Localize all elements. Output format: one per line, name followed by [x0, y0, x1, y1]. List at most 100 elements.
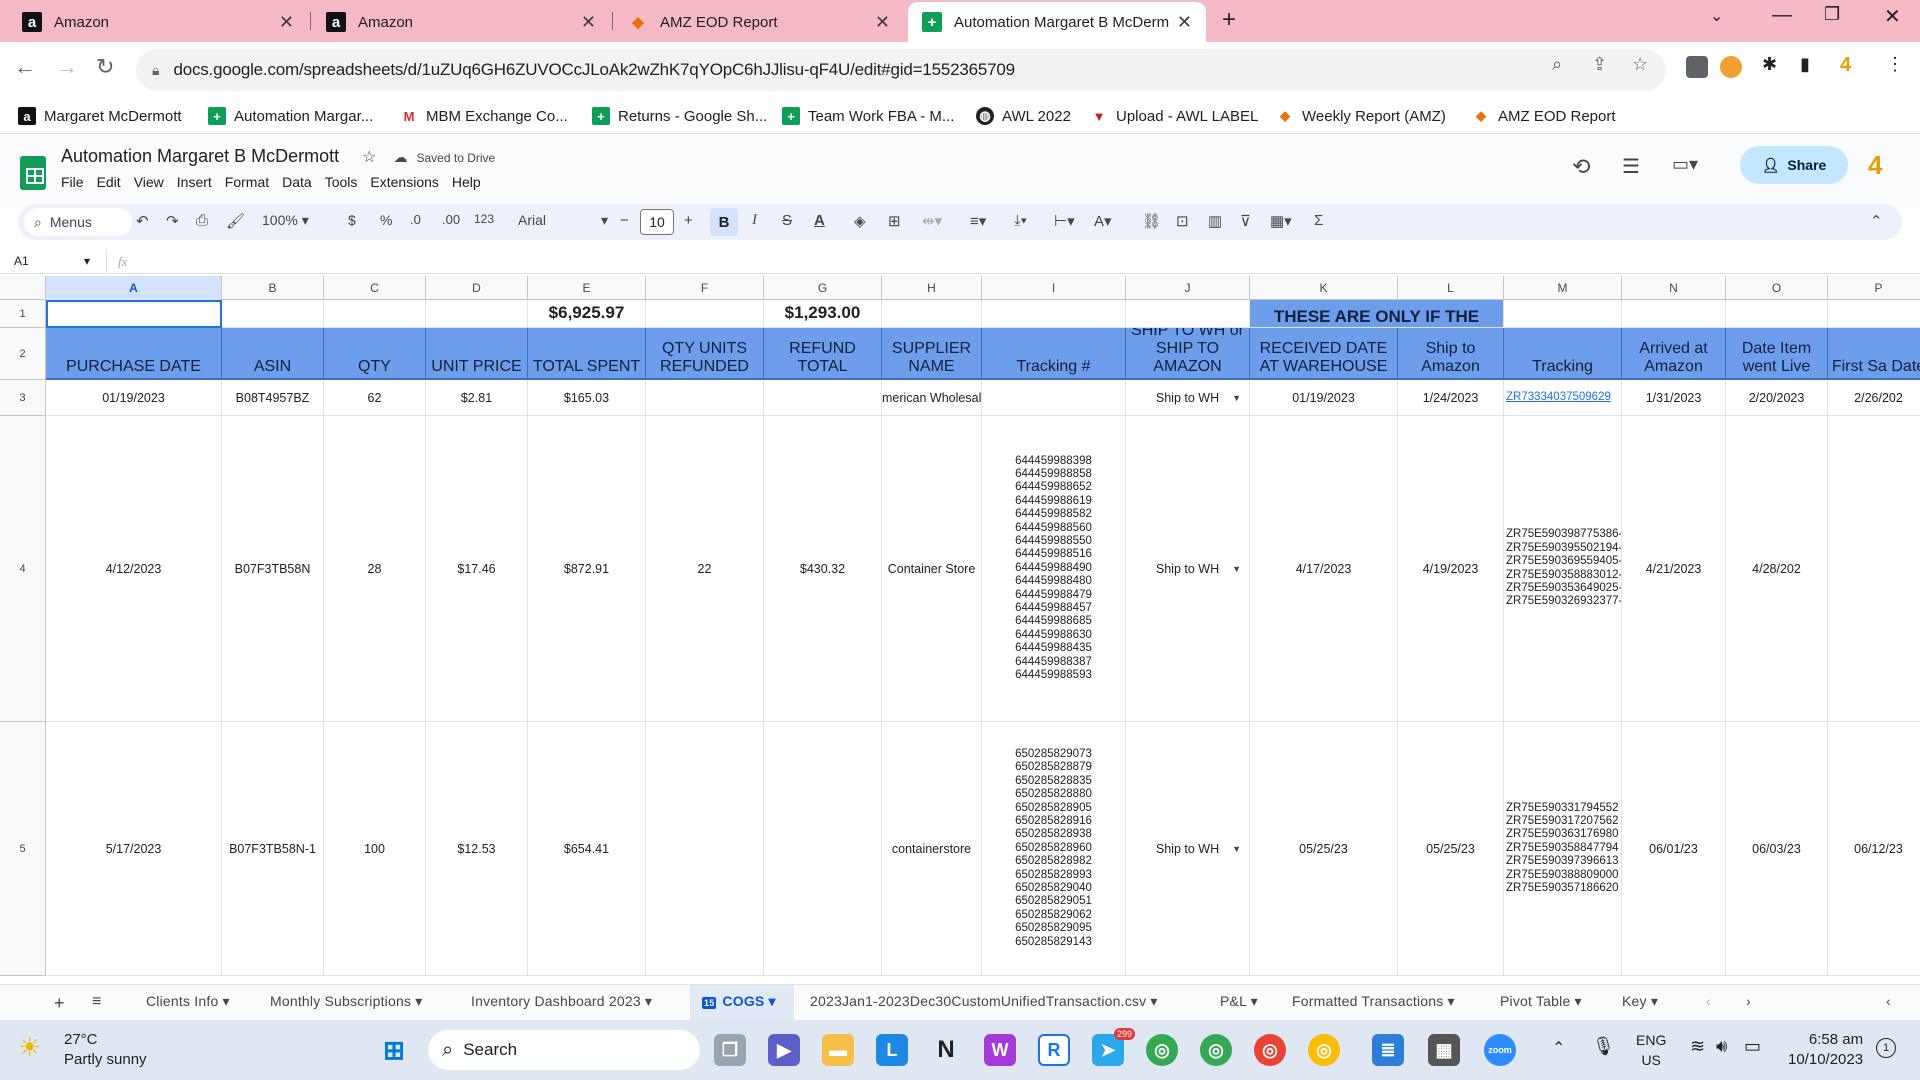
- extensions-puzzle-icon[interactable]: ✱: [1762, 54, 1777, 75]
- browser-tab-active[interactable]: + Automation Margaret B McDerm ✕: [908, 2, 1206, 42]
- cell-qty-refunded[interactable]: 22: [646, 416, 764, 722]
- cell-supplier[interactable]: containerstore: [882, 722, 982, 976]
- account-avatar[interactable]: 4: [1868, 150, 1882, 181]
- bookmark-star-icon[interactable]: ☆: [1632, 54, 1648, 75]
- cell-arrived[interactable]: 06/01/23: [1622, 722, 1726, 976]
- add-sheet-button[interactable]: +: [54, 993, 65, 1014]
- menus-search[interactable]: ⌕ Menus: [24, 208, 132, 236]
- header-ship-to-amazon[interactable]: Ship to Amazon: [1398, 328, 1504, 380]
- header-supplier-name[interactable]: SUPPLIER NAME: [882, 328, 982, 380]
- cell-asin[interactable]: B07F3TB58N-1: [222, 722, 324, 976]
- header-received-date-at-warehouse[interactable]: RECEIVED DATE AT WAREHOUSE: [1250, 328, 1398, 380]
- column-header-a[interactable]: A: [46, 276, 222, 300]
- menu-file[interactable]: File: [61, 174, 84, 190]
- wifi-icon[interactable]: ≋: [1690, 1036, 1705, 1057]
- header-date-item-went-live[interactable]: Date Item went Live: [1726, 328, 1828, 380]
- row-header-4[interactable]: 4: [0, 416, 46, 722]
- zoom-icon[interactable]: ⌕: [1552, 54, 1562, 75]
- bookmark-item[interactable]: ▼ Upload - AWL LABEL: [1090, 104, 1259, 128]
- sheets-logo-icon[interactable]: [20, 156, 46, 190]
- decrease-font-icon[interactable]: −: [620, 212, 629, 229]
- cell-qty[interactable]: 28: [324, 416, 426, 722]
- cell-purchase-date[interactable]: 4/12/2023: [46, 416, 222, 722]
- increase-font-icon[interactable]: +: [684, 212, 693, 229]
- side-panel-icon[interactable]: ▮: [1800, 54, 1810, 75]
- clock[interactable]: 6:58 am 10/10/2023: [1788, 1030, 1863, 1070]
- cell-went-live[interactable]: 2/20/2023: [1726, 380, 1828, 416]
- column-header-n[interactable]: N: [1622, 276, 1726, 300]
- taskbar-search[interactable]: ⌕ Search: [428, 1030, 700, 1070]
- menu-tools[interactable]: Tools: [325, 174, 358, 190]
- dropdown-chevron-icon[interactable]: ▼: [1232, 844, 1241, 854]
- cell-asin[interactable]: B07F3TB58N: [222, 416, 324, 722]
- scroll-tabs-right-icon[interactable]: ›: [1746, 993, 1751, 1009]
- share-button[interactable]: 👤︎ Share: [1740, 146, 1848, 184]
- forward-arrow-icon[interactable]: →: [56, 54, 78, 80]
- cell-h1[interactable]: [882, 300, 982, 328]
- star-icon[interactable]: ☆: [362, 149, 376, 166]
- column-header-c[interactable]: C: [324, 276, 426, 300]
- paint-format-icon[interactable]: 🖌︎: [226, 212, 245, 230]
- header-first-sa-date[interactable]: First Sa Date: [1828, 328, 1920, 380]
- cell-first-sale[interactable]: 06/12/23: [1828, 722, 1920, 976]
- title-text[interactable]: Automation Margaret B McDermott: [61, 146, 339, 166]
- cell-arrived[interactable]: 4/21/2023: [1622, 416, 1726, 722]
- column-header-e[interactable]: E: [528, 276, 646, 300]
- cell-ship-to[interactable]: Ship to WH ▼: [1126, 380, 1250, 416]
- cell-refund-total[interactable]: $430.32: [764, 416, 882, 722]
- bookmark-item[interactable]: ◍ AWL 2022: [976, 104, 1071, 128]
- close-window-button[interactable]: ✕: [1884, 4, 1901, 29]
- back-arrow-icon[interactable]: ←: [14, 54, 36, 80]
- menu-view[interactable]: View: [134, 174, 164, 190]
- cell-c1[interactable]: [324, 300, 426, 328]
- cell-received[interactable]: 01/19/2023: [1250, 380, 1398, 416]
- cell-unit-price[interactable]: $17.46: [426, 416, 528, 722]
- row-header-5[interactable]: 5: [0, 722, 46, 976]
- cell-refund-total[interactable]: [764, 722, 882, 976]
- restore-button[interactable]: ❐: [1824, 4, 1840, 25]
- insert-link-icon[interactable]: ⛓: [1142, 212, 1161, 230]
- bookmark-item[interactable]: M MBM Exchange Co...: [400, 104, 568, 128]
- cell-first-sale[interactable]: [1828, 416, 1920, 722]
- cell-b1[interactable]: [222, 300, 324, 328]
- cell-n1[interactable]: [1622, 300, 1726, 328]
- scroll-tabs-left-icon[interactable]: ‹: [1706, 993, 1711, 1009]
- text-wrap-icon[interactable]: ⊢▾: [1054, 212, 1075, 230]
- chrome-icon[interactable]: ◎: [1146, 1034, 1178, 1066]
- menu-help[interactable]: Help: [452, 174, 481, 190]
- cell-ship-to-amazon[interactable]: 05/25/23: [1398, 722, 1504, 976]
- column-header-o[interactable]: O: [1726, 276, 1828, 300]
- minimize-button[interactable]: —: [1772, 4, 1792, 27]
- cell-e1[interactable]: $6,925.97: [528, 300, 646, 328]
- bold-button[interactable]: B: [710, 208, 738, 236]
- more-menu-icon[interactable]: ⋮: [1886, 54, 1904, 75]
- cell-tracking-numbers[interactable]: [982, 380, 1126, 416]
- sheet-tab-formatted-transactions[interactable]: Formatted Transactions ▾: [1292, 993, 1455, 1010]
- spreadsheet-grid[interactable]: ABCDEFGHIJKLMNOP 1 2 3 4 5 $6,925.97 $1,293.00…: [0, 276, 1920, 976]
- close-tab-icon[interactable]: ✕: [581, 12, 596, 33]
- insert-chart-icon[interactable]: ▥: [1208, 212, 1222, 230]
- cell-tracking-numbers[interactable]: 650285829073 650285828879 650285828835 6502…: [982, 722, 1126, 976]
- document-title[interactable]: Automation Margaret B McDermott ☆ ☁ Save…: [61, 146, 495, 167]
- all-sheets-icon[interactable]: ≡: [92, 993, 102, 1011]
- sheet-tab-cogs[interactable]: 15 COGS ▾: [702, 993, 776, 1010]
- version-history-icon[interactable]: ⟲: [1572, 154, 1590, 180]
- cell-purchase-date[interactable]: 5/17/2023: [46, 722, 222, 976]
- weather-widget[interactable]: 27°C Partly sunny: [64, 1030, 147, 1070]
- bookmark-item[interactable]: ◆ Weekly Report (AMZ): [1276, 104, 1446, 128]
- cell-f1[interactable]: [646, 300, 764, 328]
- cell-total-spent[interactable]: $872.91: [528, 416, 646, 722]
- font-size-input[interactable]: 10: [640, 209, 674, 235]
- app-l-icon[interactable]: L: [876, 1034, 908, 1066]
- cell-ship-to[interactable]: Ship to WH ▼: [1126, 416, 1250, 722]
- teams-icon[interactable]: ▶: [768, 1034, 800, 1066]
- column-header-d[interactable]: D: [426, 276, 528, 300]
- cell-o1[interactable]: [1726, 300, 1828, 328]
- cell-refund-total[interactable]: [764, 380, 882, 416]
- header-refund-total[interactable]: REFUND TOTAL: [764, 328, 882, 380]
- windows-start-icon[interactable]: ⊞: [378, 1034, 410, 1066]
- bookmark-item[interactable]: a Margaret McDermott: [18, 104, 182, 128]
- header-unit-price[interactable]: UNIT PRICE: [426, 328, 528, 380]
- chrome-icon[interactable]: ◎: [1308, 1034, 1340, 1066]
- battery-icon[interactable]: ▭: [1744, 1036, 1761, 1057]
